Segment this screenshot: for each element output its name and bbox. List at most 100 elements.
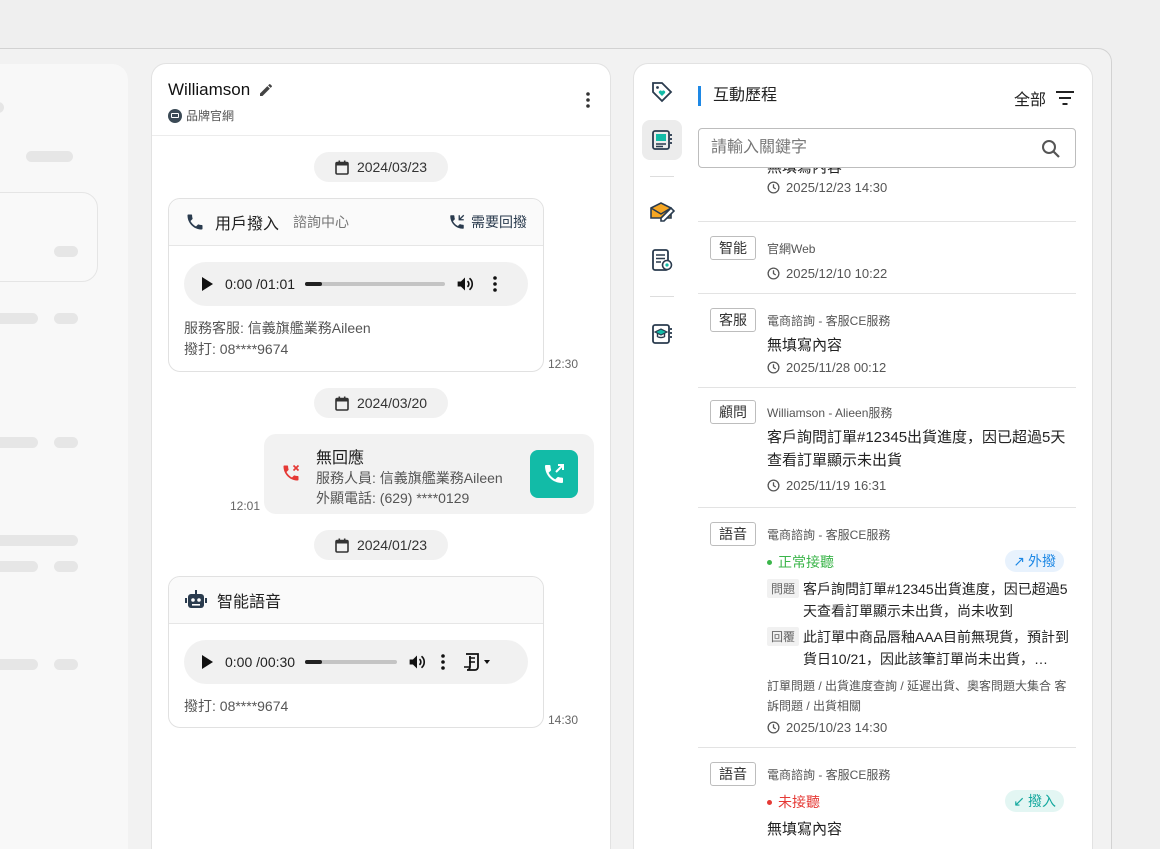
filter-icon [1056, 91, 1074, 105]
item-source: 電商諮詢 - 客服CE服務 [767, 528, 891, 542]
call-status-label: 未接聽 [778, 794, 820, 810]
item-time-label: 2025/10/23 14:30 [786, 720, 888, 735]
phone-callback-icon [450, 214, 465, 229]
audio-progress-bar[interactable] [305, 660, 398, 664]
call-direction-badge: ↙ 撥入 [1005, 790, 1064, 812]
rail-divider [650, 176, 674, 177]
placeholder-bar [0, 313, 38, 324]
audio-more-icon[interactable] [493, 276, 497, 292]
date-separator: 2024/01/23 [314, 530, 448, 560]
audio-time: 0:00 /00:30 [225, 654, 296, 670]
conversation-header: Williamson 品牌官網 [152, 64, 610, 136]
placeholder-bar [0, 535, 78, 546]
item-time-label: 2025/11/28 00:12 [786, 360, 887, 375]
message-timestamp: 12:01 [230, 499, 261, 513]
clock-icon [767, 721, 780, 734]
audio-more-icon[interactable] [441, 654, 445, 670]
phone-icon [187, 214, 203, 230]
transcript-dropdown-icon[interactable] [463, 652, 491, 672]
rail-note-button[interactable] [642, 192, 682, 232]
rail-tag-button[interactable] [642, 72, 682, 112]
missed-call-title: 無回應 [316, 450, 365, 467]
contact-name: Williamson [168, 80, 251, 99]
placeholder-bar [26, 151, 73, 162]
answer-label: 回覆 [767, 627, 800, 646]
history-item[interactable]: 智能 官網Web 2025/12/10 10:22 [698, 222, 1076, 294]
play-icon[interactable] [202, 655, 213, 669]
play-icon[interactable] [202, 277, 213, 291]
document-settings-icon [652, 249, 673, 271]
call-status-label: 正常接聽 [778, 554, 834, 570]
service-agent: 服務客服: 信義旗艦業務Aileen [184, 320, 371, 336]
search-icon[interactable] [1041, 139, 1061, 159]
placeholder-bar [54, 437, 78, 448]
card-header: 智能語音 [169, 577, 543, 624]
history-item[interactable]: 無填寫內容 2025/12/23 14:30 [698, 168, 1076, 222]
audio-player[interactable]: 0:00 /01:01 [184, 262, 528, 306]
rail-divider [650, 296, 674, 297]
message-timestamp: 12:30 [548, 357, 579, 371]
status-dot [767, 799, 772, 805]
volume-icon[interactable] [407, 653, 427, 671]
missed-call-icon [283, 464, 300, 481]
call-direction-badge: ↗ 外撥 [1005, 550, 1064, 572]
placeholder-bar [0, 437, 38, 448]
item-time-label: 2025/12/23 14:30 [786, 180, 888, 195]
side-rail [634, 64, 690, 849]
call-direction-label: 撥入 [1028, 793, 1056, 809]
audio-progress-bar[interactable] [305, 282, 446, 286]
missed-call-bubble: 無回應 服務人員: 信義旗艦業務Aileen 外顯電話: (629) ****0… [264, 434, 594, 514]
item-source: 電商諮詢 - 客服CE服務 [767, 768, 891, 782]
item-content: 無填寫內容 [767, 821, 843, 838]
filter-dropdown[interactable]: 全部 [1014, 86, 1074, 110]
volume-icon[interactable] [455, 275, 475, 293]
envelope-pencil-icon [650, 202, 675, 222]
rail-settings-doc-button[interactable] [642, 240, 682, 280]
dialed-number: 撥打: 08****9674 [184, 341, 289, 357]
history-item[interactable]: 語音 電商諮詢 - 客服CE服務 未接聽 ↙ 撥入 無填寫內容 [698, 748, 1076, 849]
tag-heart-icon [652, 82, 673, 103]
channel-tag: 智能 [710, 236, 756, 260]
history-item[interactable]: 顧問 Williamson - Alieen服務 客戶詢問訂單#12345出貨進… [698, 388, 1076, 508]
message-timestamp: 14:30 [548, 713, 579, 727]
item-time-label: 2025/11/19 16:31 [786, 478, 887, 493]
call-status: 正常接聽 [767, 552, 834, 572]
date-label: 2024/03/20 [356, 395, 428, 411]
keyword-search [698, 128, 1076, 168]
item-time: 2025/12/10 10:22 [767, 266, 887, 281]
rail-knowledge-button[interactable] [642, 314, 682, 354]
channel-tag: 語音 [710, 762, 756, 786]
audio-player[interactable]: 0:00 /00:30 [184, 640, 528, 684]
contact-source-label: 品牌官網 [186, 109, 235, 123]
placeholder-bar [54, 246, 78, 257]
callback-label: 需要回撥 [471, 214, 527, 230]
item-content: 無填寫內容 [767, 337, 843, 354]
placeholder-bar [54, 561, 78, 572]
conversation-panel: Williamson 品牌官網 2024/03/23 用戶撥入 諮詢中心 需要回… [152, 64, 610, 849]
item-time: 2025/11/19 16:31 [767, 478, 886, 493]
inbound-call-card: 用戶撥入 諮詢中心 需要回撥 0:00 /01:01 服務客服: 信義旗艦業務A… [168, 198, 544, 372]
call-department: 諮詢中心 [293, 214, 350, 230]
interaction-history-panel: 互動歷程 全部 無填寫內容 2025/12/23 14:30 智能 官網Web … [634, 64, 1092, 849]
robot-icon [185, 590, 207, 608]
question-label: 問題 [767, 579, 800, 598]
history-item[interactable]: 語音 電商諮詢 - 客服CE服務 正常接聽 ↗ 外撥 問題 客戶詢問訂單#123… [698, 508, 1076, 748]
edit-pencil-icon[interactable] [258, 82, 274, 98]
call-info: 撥打: 08****9674 [169, 684, 543, 731]
item-content: 客戶詢問訂單#12345出貨進度，因已超過5天查看訂單顯示未出貨 [767, 429, 1066, 469]
date-separator: 2024/03/23 [314, 152, 448, 182]
outbound-phone: 外顯電話: (629) ****0129 [316, 490, 470, 506]
rail-history-button[interactable] [642, 120, 682, 160]
history-item[interactable]: 客服 電商諮詢 - 客服CE服務 無填寫內容 2025/11/28 00:12 [698, 294, 1076, 388]
date-separator: 2024/03/20 [314, 388, 448, 418]
item-content: 無填寫內容 [767, 168, 1067, 179]
callback-needed-button[interactable]: 需要回撥 [448, 212, 527, 232]
date-label: 2024/01/23 [356, 537, 428, 553]
search-input[interactable] [699, 129, 1019, 167]
callback-button[interactable] [530, 450, 578, 498]
more-options-icon[interactable] [586, 92, 590, 108]
graduation-card-icon [652, 324, 672, 344]
placeholder-bar [54, 313, 78, 324]
item-time-label: 2025/12/10 10:22 [786, 266, 888, 281]
history-title: 互動歷程 [698, 86, 777, 106]
